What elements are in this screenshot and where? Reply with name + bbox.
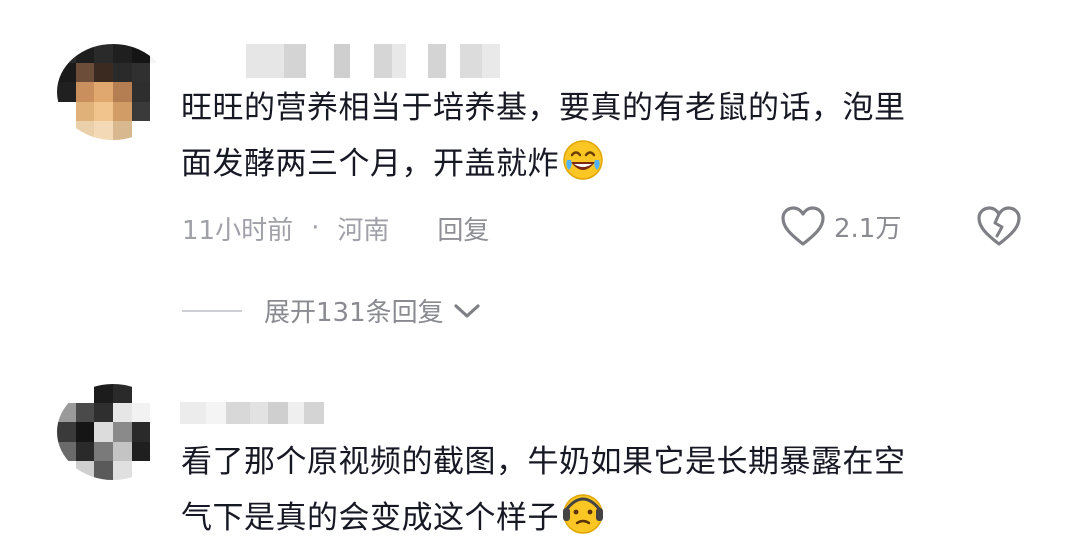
heart-icon — [781, 206, 825, 246]
like-button[interactable]: 2.1万 — [780, 205, 901, 247]
username[interactable] — [180, 402, 324, 424]
laughing-crying-emoji-icon — [563, 140, 603, 180]
comment-line: 看了那个原视频的截图，牛奶如果它是长期暴露在空 — [181, 444, 906, 480]
broken-heart-icon — [977, 206, 1021, 246]
comment-text: 看了那个原视频的截图，牛奶如果它是长期暴露在空 气下是真的会变成这个样子 — [181, 434, 1041, 546]
like-count: 2.1万 — [834, 213, 902, 244]
expand-replies-label: 展开131条回复 — [264, 298, 444, 328]
meta-separator: · — [311, 213, 320, 243]
username[interactable] — [246, 44, 500, 78]
divider-line — [182, 309, 242, 312]
avatar[interactable] — [57, 384, 169, 480]
avatar[interactable] — [57, 44, 169, 140]
worried-face-emoji-icon — [563, 494, 603, 534]
comment-text: 旺旺的营养相当于培养基，要真的有老鼠的话，泡里 面发酵两三个月，开盖就炸 — [181, 80, 1041, 192]
comment-meta: 11小时前 · 河南 回复 — [182, 208, 489, 248]
comment-line: 旺旺的营养相当于培养基，要真的有老鼠的话，泡里 — [181, 90, 906, 126]
expand-replies-button[interactable]: 展开131条回复 — [182, 292, 482, 329]
reply-button[interactable]: 回复 — [437, 210, 489, 247]
location: 河南 — [337, 215, 390, 246]
timestamp: 11小时前 — [182, 215, 294, 246]
comment-line: 面发酵两三个月，开盖就炸 — [181, 136, 1041, 192]
chevron-down-icon — [454, 303, 480, 318]
comment-line: 气下是真的会变成这个样子 — [181, 490, 1041, 546]
dislike-button[interactable] — [976, 205, 1022, 251]
comment-item: 看了那个原视频的截图，牛奶如果它是长期暴露在空 气下是真的会变成这个样子 — [0, 360, 1080, 546]
comment-item: 旺旺的营养相当于培养基，要真的有老鼠的话，泡里 面发酵两三个月，开盖就炸 11小… — [0, 0, 1080, 360]
